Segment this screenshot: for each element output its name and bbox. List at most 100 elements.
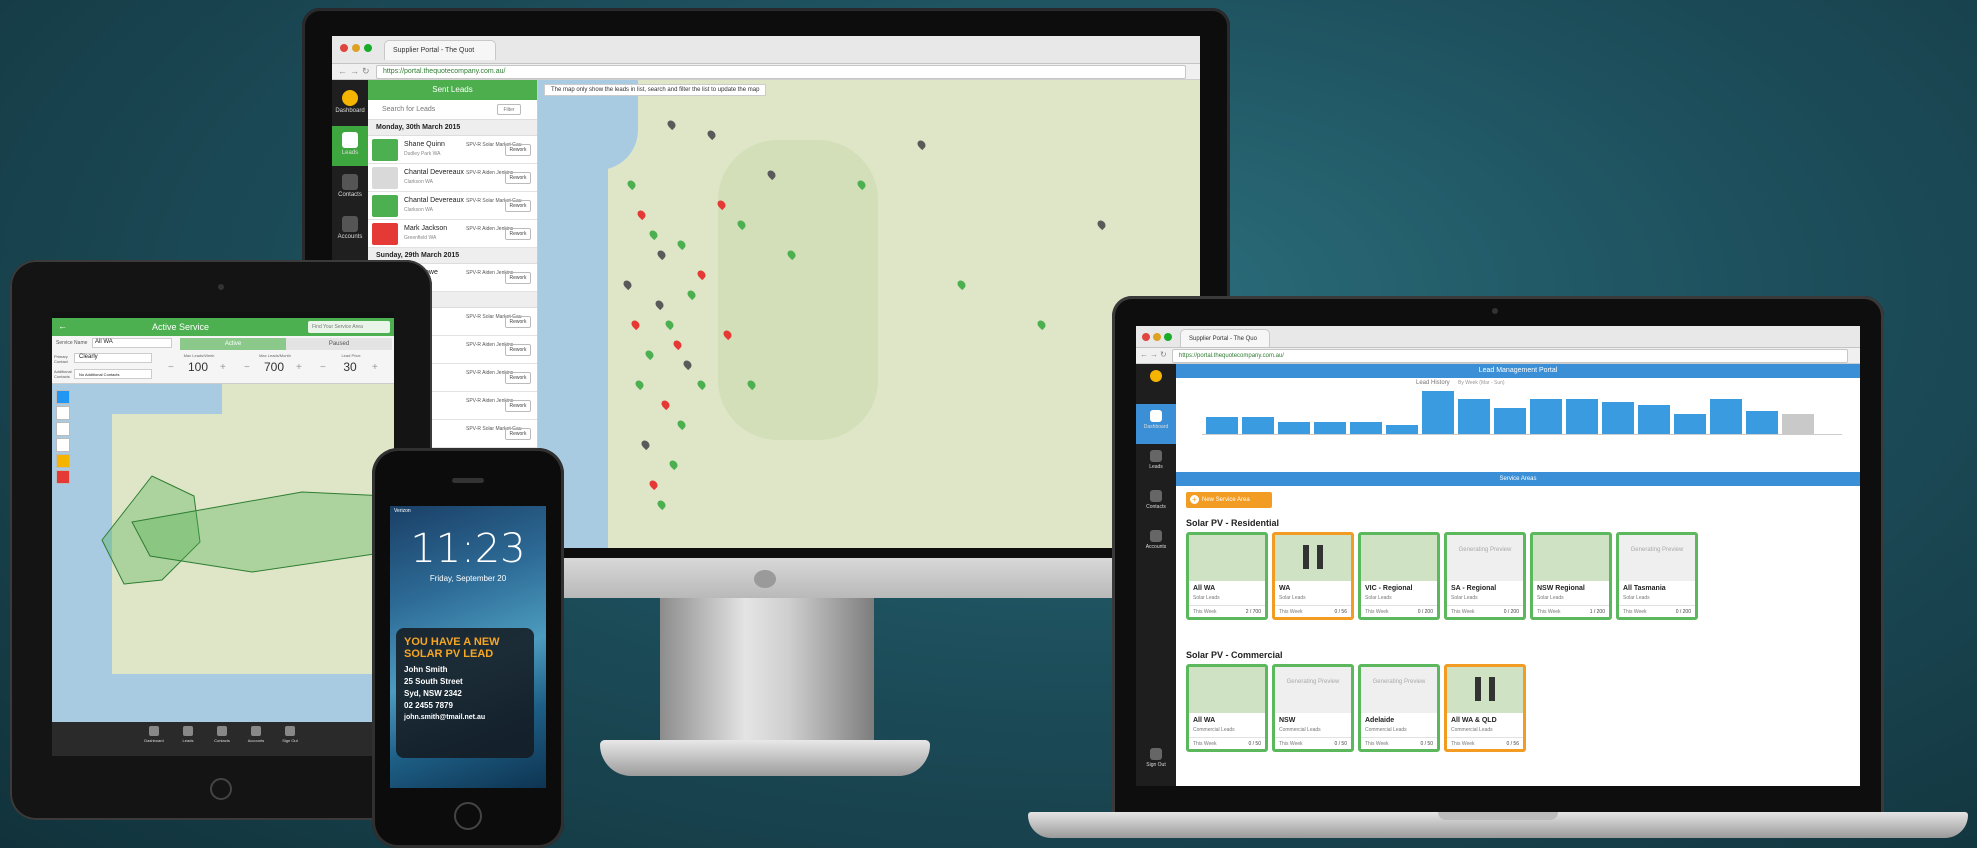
rework-button[interactable]: Rework [505,200,531,212]
home-button[interactable] [210,778,232,800]
map-pin-icon[interactable] [655,498,668,511]
browser-tab[interactable]: Supplier Portal - The Quot [384,40,496,60]
map-pin-icon[interactable] [643,348,656,361]
filter-button[interactable]: Filter [497,104,521,115]
sidebar-item-contacts[interactable]: Contacts [332,168,368,208]
map-pin-icon[interactable] [647,228,660,241]
service-area-card[interactable]: Generating Preview Adelaide Commercial Lea… [1358,664,1440,752]
rework-button[interactable]: Rework [505,316,531,328]
minus-icon[interactable]: − [168,362,174,373]
pencil-tool-icon[interactable] [56,406,70,420]
service-area-card[interactable]: WA Solar Leads This Week 0 / 56 [1272,532,1354,620]
rework-button[interactable]: Rework [505,428,531,440]
rework-button[interactable]: Rework [505,272,531,284]
tablet-nav-sign-out[interactable]: Sign Out [274,726,306,743]
map-pin-icon[interactable] [705,128,718,141]
lead-row[interactable]: Chantal Devereaux Clarkson WA SPV-R Aiden … [368,164,537,192]
sidebar-item-accounts[interactable]: Accounts [332,210,368,250]
address-bar[interactable]: https://portal.thequotecompany.com.au/ [376,65,1186,79]
sidebar-item-dashboard[interactable]: Dashboard [1136,404,1176,444]
map-pin-icon[interactable] [625,178,638,191]
close-window-button[interactable] [340,44,348,52]
lead-row[interactable]: Chantal Devereaux Clarkson WA SPV-R Solar … [368,192,537,220]
plus-icon[interactable]: + [296,362,302,373]
map-pin-icon[interactable] [955,278,968,291]
service-area-card[interactable]: All WA Commercial Leads This Week 0 / 50 [1186,664,1268,752]
map-pin-icon[interactable] [635,208,648,221]
maximize-window-button[interactable] [364,44,372,52]
tab-active[interactable]: Active [180,338,286,350]
sidebar-item-leads[interactable]: Leads [1136,444,1176,484]
back-arrow-icon[interactable]: ← [338,66,347,76]
reload-icon[interactable]: ↻ [362,66,370,77]
rework-button[interactable]: Rework [505,400,531,412]
forward-arrow-icon[interactable]: → [1150,350,1158,359]
sidebar-item-sign-out[interactable]: Sign Out [1136,742,1176,782]
service-area-map[interactable] [52,384,394,722]
map-pin-icon[interactable] [695,378,708,391]
map-pin-icon[interactable] [685,288,698,301]
tablet-nav-leads[interactable]: Leads [172,726,204,743]
map-pin-icon[interactable] [671,338,684,351]
rework-button[interactable]: Rework [505,144,531,156]
home-button[interactable] [454,802,482,830]
map-pin-icon[interactable] [665,118,678,131]
maximize-window-button[interactable] [1164,333,1172,341]
minus-icon[interactable]: − [320,362,326,373]
lock-tool-icon[interactable] [56,454,70,468]
new-service-area-button[interactable]: + New Service Area [1186,492,1272,508]
plus-icon[interactable]: + [220,362,226,373]
tablet-nav-contacts[interactable]: Contacts [206,726,238,743]
back-arrow-icon[interactable]: ← [1140,350,1148,359]
map-pin-icon[interactable] [675,238,688,251]
map-pin-icon[interactable] [659,398,672,411]
map-pin-icon[interactable] [621,278,634,291]
plus-icon[interactable]: + [372,362,378,373]
rework-button[interactable]: Rework [505,372,531,384]
service-area-card[interactable]: NSW Regional Solar Leads This Week 1 / 200 [1530,532,1612,620]
close-window-button[interactable] [1142,333,1150,341]
sidebar-logo[interactable] [1136,364,1176,404]
service-area-card[interactable]: VIC - Regional Solar Leads This Week 0 / 20… [1358,532,1440,620]
minus-icon[interactable]: − [244,362,250,373]
service-area-card[interactable]: Generating Preview All Tasmania Solar Lead… [1616,532,1698,620]
stepper-value[interactable]: 100 [180,360,216,374]
minimize-window-button[interactable] [1153,333,1161,341]
rework-button[interactable]: Rework [505,344,531,356]
map-pin-icon[interactable] [629,318,642,331]
lead-row[interactable]: Shane Quinn Dudley Park WA SPV-R Solar Mar… [368,136,537,164]
reload-icon[interactable]: ↻ [1160,350,1167,359]
forward-arrow-icon[interactable]: → [350,66,359,76]
tablet-nav-accounts[interactable]: Accounts [240,726,272,743]
map-pin-icon[interactable] [639,438,652,451]
tab-paused[interactable]: Paused [286,338,392,350]
lead-notification[interactable]: YOU HAVE A NEW SOLAR PV LEAD John Smith … [396,628,534,758]
map-pin-icon[interactable] [1035,318,1048,331]
service-polygons[interactable] [52,384,394,722]
minimize-window-button[interactable] [352,44,360,52]
tablet-nav-dashboard[interactable]: Dashboard [138,726,170,743]
back-arrow-icon[interactable]: ← [58,321,67,331]
map-pin-icon[interactable] [915,138,928,151]
stepper-value[interactable]: 700 [256,360,292,374]
map-pin-icon[interactable] [647,478,660,491]
service-search-input[interactable]: Find Your Service Area [308,321,390,333]
map-pin-icon[interactable] [695,268,708,281]
stepper-value[interactable]: 30 [332,360,368,374]
sidebar-item-leads[interactable]: Leads [332,126,368,166]
map-pin-icon[interactable] [655,248,668,261]
map-pin-icon[interactable] [1095,218,1108,231]
rework-button[interactable]: Rework [505,172,531,184]
service-area-card[interactable]: Generating Preview NSW Commercial Leads Thi… [1272,664,1354,752]
map-pin-icon[interactable] [653,298,666,311]
delete-tool-icon[interactable] [56,470,70,484]
map-pin-icon[interactable] [633,378,646,391]
rework-button[interactable]: Rework [505,228,531,240]
map-pin-icon[interactable] [667,458,680,471]
primary-contact-select[interactable]: Clearly [74,353,152,363]
sidebar-item-accounts[interactable]: Accounts [1136,524,1176,564]
edit-tool-icon[interactable] [56,438,70,452]
leads-search-input[interactable]: Search for Leads Filter [368,100,537,120]
additional-contacts-select[interactable]: No Additional Contacts [74,369,152,379]
leads-map[interactable]: The map only show the leads in list, sea… [538,80,1200,548]
